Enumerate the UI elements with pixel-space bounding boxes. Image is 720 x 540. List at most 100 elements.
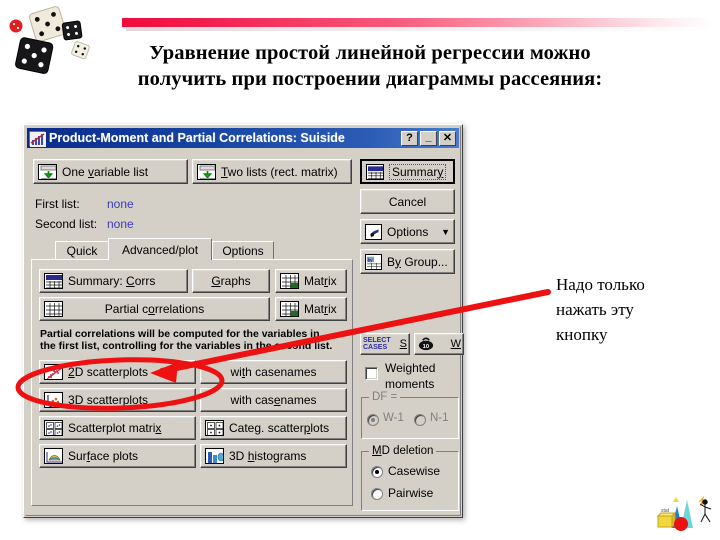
2d-scatterplots-button[interactable]: 2D scatterplots: [39, 360, 196, 384]
matrix-button-1[interactable]: Matrix: [275, 269, 347, 293]
3d-with-casenames-label: with casenames: [230, 393, 317, 407]
scatter2d-icon: [44, 364, 63, 380]
svg-text:by: by: [368, 257, 373, 262]
summary-button-label: Summary: [389, 163, 447, 180]
surface-plots-button[interactable]: Surface plots: [39, 444, 196, 468]
two-lists-icon: [197, 163, 216, 180]
by-group-icon: by: [365, 253, 382, 270]
accent-bar-shadow: [126, 27, 714, 31]
3d-histograms-button[interactable]: 3D histograms: [200, 444, 347, 468]
select-cases-accel: S: [399, 338, 407, 350]
3d-with-casenames-button[interactable]: with casenames: [200, 388, 347, 412]
scatterplot-matrix-label: Scatterplot matrix: [68, 421, 162, 435]
accent-bar: [122, 18, 712, 27]
categ-scatterplots-button[interactable]: Categ. scatterplots: [200, 416, 347, 440]
geometric-shapes-image: stat: [656, 495, 712, 531]
correlations-dialog: Product-Moment and Partial Correlations:…: [23, 124, 464, 518]
minimize-glyph: _: [425, 130, 432, 143]
weight-accel: W: [450, 338, 461, 350]
3d-histograms-label: 3D histograms: [229, 449, 307, 463]
grid-icon: [44, 301, 63, 317]
first-list-label: First list:: [35, 197, 80, 211]
partial-correlations-button[interactable]: Partial correlations: [39, 297, 270, 321]
app-chart-icon: [29, 130, 46, 147]
one-variable-list-label: One variable list: [62, 164, 149, 179]
first-list-value[interactable]: none: [107, 197, 134, 211]
dialog-title: Product-Moment and Partial Correlations:…: [49, 131, 345, 145]
scatter3d-icon: [44, 392, 63, 408]
select-cases-bottom: CASES: [363, 344, 388, 351]
histogram3d-icon: [205, 448, 224, 464]
cancel-button[interactable]: Cancel: [360, 189, 455, 214]
select-cases-button[interactable]: SELECT CASES S: [360, 333, 410, 355]
weighted-moments-label-line-1: Weighted: [385, 361, 436, 375]
window-controls: ? _ ✕: [401, 130, 456, 146]
tab-quick[interactable]: Quick: [55, 241, 109, 260]
matrix-label-1: Matrix: [304, 274, 337, 288]
one-variable-list-button[interactable]: One variable list: [33, 159, 188, 184]
categ-scatter-icon: [205, 420, 224, 436]
3d-scatterplots-label: 3D scatterplots: [68, 393, 149, 407]
df-group-title: DF =: [369, 391, 401, 403]
close-button[interactable]: ✕: [439, 130, 456, 146]
options-button[interactable]: Options ▼: [360, 219, 455, 244]
summary-button[interactable]: Summary: [360, 159, 455, 184]
svg-text:stat: stat: [661, 508, 670, 514]
scatterplot-matrix-button[interactable]: Scatterplot matrix: [39, 416, 196, 440]
summary-grid-icon: [44, 273, 63, 289]
2d-with-casenames-label: with casenames: [230, 365, 317, 379]
categ-scatterplots-label: Categ. scatterplots: [229, 421, 330, 435]
md-pairwise-label[interactable]: Pairwise: [388, 486, 433, 500]
df-n1-radio: [414, 414, 426, 426]
annotation-line-1: Надо только: [556, 275, 645, 294]
matrix-button-2[interactable]: Matrix: [275, 297, 347, 321]
two-lists-label: Two lists (rect. matrix): [221, 164, 338, 179]
page-title: Уравнение простой линейной регрессии мож…: [70, 40, 670, 92]
summary-corrs-label: Summary: Corrs: [68, 274, 156, 288]
df-w1-radio: [367, 414, 379, 426]
second-list-label: Second list:: [35, 217, 98, 231]
3d-scatterplots-button[interactable]: 3D scatterplots: [39, 388, 196, 412]
df-group: DF = W-1 N-1: [361, 391, 459, 439]
chevron-down-icon: ▼: [441, 226, 450, 237]
select-cases-glyph: SELECT CASES: [363, 337, 391, 351]
tab-options[interactable]: Options: [212, 241, 274, 260]
md-casewise-label[interactable]: Casewise: [388, 464, 440, 478]
graphs-button[interactable]: Graphs: [192, 269, 270, 293]
2d-with-casenames-button[interactable]: with casenames: [200, 360, 347, 384]
minimize-button[interactable]: _: [420, 130, 437, 146]
options-icon: [365, 223, 382, 240]
advanced-plot-panel: Summary: Corrs Graphs Matrix Partial cor…: [31, 259, 353, 506]
surface-plots-label: Surface plots: [68, 449, 139, 463]
md-pairwise-radio[interactable]: [371, 488, 383, 500]
two-lists-button[interactable]: Two lists (rect. matrix): [192, 159, 352, 184]
matrix-icon: [280, 301, 299, 317]
second-list-value[interactable]: none: [107, 217, 134, 231]
partial-correlations-help-line-1: Partial correlations will be computed fo…: [40, 328, 320, 340]
select-cases-top: SELECT: [363, 337, 391, 344]
svg-text:10: 10: [423, 344, 429, 350]
weighted-moments-checkbox[interactable]: [365, 367, 378, 380]
graphs-label: Graphs: [211, 274, 251, 288]
options-button-label: Options: [387, 224, 429, 239]
md-casewise-radio[interactable]: [371, 466, 383, 478]
help-button[interactable]: ?: [401, 130, 418, 146]
tab-advanced-plot[interactable]: Advanced/plot: [108, 238, 212, 260]
df-w1-label: W-1: [383, 412, 404, 424]
by-group-button[interactable]: by By Group...: [360, 249, 455, 274]
weight-button[interactable]: 10 W: [414, 333, 464, 355]
page-title-line-2: получить при построении диаграммы рассея…: [137, 68, 603, 90]
cancel-button-label: Cancel: [388, 194, 427, 209]
surface-icon: [44, 448, 63, 464]
md-deletion-group: MD deletion Casewise Pairwise: [361, 445, 459, 511]
summary-corrs-button[interactable]: Summary: Corrs: [39, 269, 188, 293]
summary-grid-icon: [366, 163, 384, 180]
matrix-label-2: Matrix: [304, 302, 337, 316]
md-deletion-title: MD deletion: [369, 445, 437, 457]
matrix-icon: [280, 273, 299, 289]
scatter-matrix-icon: [44, 420, 63, 436]
partial-correlations-help-line-2: the first list, controlling for the vari…: [40, 340, 333, 352]
2d-scatterplots-label: 2D scatterplots: [68, 365, 149, 379]
dialog-titlebar[interactable]: Product-Moment and Partial Correlations:…: [27, 128, 459, 148]
weighted-moments-label-line-2: moments: [385, 377, 435, 391]
